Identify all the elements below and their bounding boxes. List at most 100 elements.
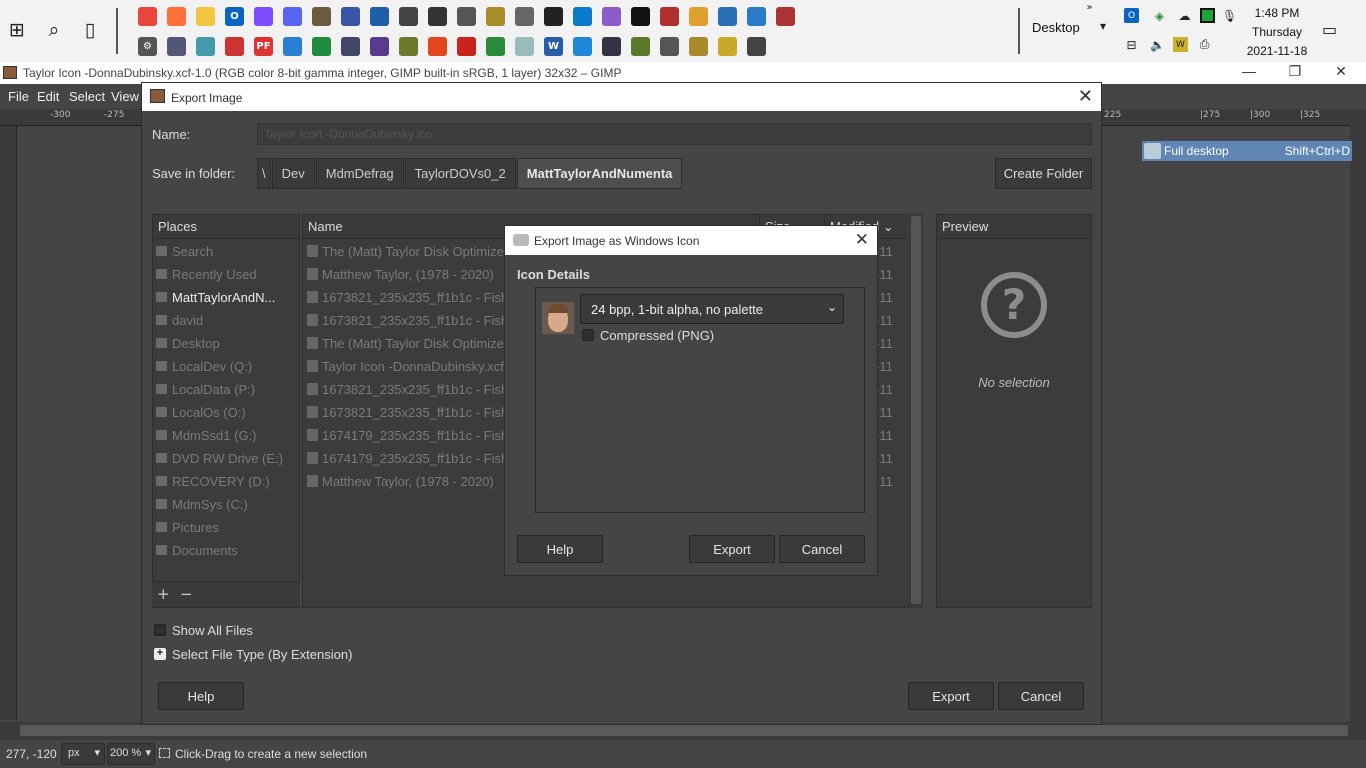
file-list-scrollbar[interactable] <box>909 214 923 608</box>
chevron-right-icon[interactable]: » <box>1082 0 1097 15</box>
place-item[interactable]: DVD RW Drive (E:) <box>153 447 299 470</box>
place-item[interactable]: Recently Used <box>153 263 299 286</box>
powershell-icon[interactable] <box>718 7 737 26</box>
microphone-icon[interactable]: 🎙 <box>1222 8 1237 23</box>
place-item[interactable]: MdmSsd1 (G:) <box>153 424 299 447</box>
app-icon-21[interactable] <box>602 37 621 56</box>
visual-studio-icon[interactable] <box>602 7 621 26</box>
app-icon-13[interactable] <box>283 37 302 56</box>
place-item[interactable]: LocalOs (O:) <box>153 401 299 424</box>
app-icon-3[interactable] <box>457 7 476 26</box>
app-icon-11[interactable] <box>196 37 215 56</box>
shield-icon[interactable]: ◈ <box>1152 8 1167 23</box>
messenger-icon[interactable] <box>254 7 273 26</box>
notification-icon[interactable]: ▭ <box>1322 20 1337 39</box>
place-item[interactable]: MdmSys (C:) <box>153 493 299 516</box>
app-icon-7[interactable] <box>689 7 708 26</box>
close-icon[interactable]: ✕ <box>1078 86 1093 107</box>
place-item[interactable]: MattTaylorAndN... <box>153 286 299 309</box>
file-explorer-icon[interactable] <box>196 7 215 26</box>
file-name-input[interactable]: Taylor Icon -DonnaDubinsky.ico <box>257 123 1092 145</box>
word-icon[interactable]: W <box>544 37 563 56</box>
app-icon-26[interactable] <box>747 37 766 56</box>
add-place-icon[interactable]: + <box>157 585 170 603</box>
cloud-icon[interactable]: ☁ <box>1177 8 1192 23</box>
scrollbar-thumb[interactable] <box>911 216 921 604</box>
place-item[interactable]: Search <box>153 240 299 263</box>
place-item[interactable]: david <box>153 309 299 332</box>
network-icon[interactable]: ⊟ <box>1124 37 1139 52</box>
terminal-icon[interactable] <box>544 7 563 26</box>
printer-icon[interactable]: ⎙ <box>1197 37 1212 52</box>
breadcrumb-mdmdefrag[interactable]: MdmDefrag <box>315 158 404 189</box>
pdf-app-icon[interactable]: PF <box>254 37 273 56</box>
plus-icon[interactable]: + <box>154 648 166 660</box>
app-icon-4[interactable] <box>486 7 505 26</box>
app-icon-20[interactable] <box>573 37 592 56</box>
place-item[interactable]: RECOVERY (D:) <box>153 470 299 493</box>
acrobat-icon[interactable] <box>457 37 476 56</box>
menu-edit[interactable]: Edit <box>37 89 59 104</box>
breadcrumb-root[interactable]: \ <box>257 158 271 189</box>
app-icon-12[interactable] <box>225 37 244 56</box>
menu-select[interactable]: Select <box>69 89 105 104</box>
export-button[interactable]: Export <box>908 682 994 710</box>
app-icon-25[interactable] <box>718 37 737 56</box>
app-icon-1[interactable] <box>399 7 418 26</box>
breadcrumb-taylordovs[interactable]: TaylorDOVs0_2 <box>404 158 516 189</box>
volume-icon[interactable]: 🔈 <box>1150 37 1165 52</box>
app-icon-14[interactable] <box>312 37 331 56</box>
menu-view[interactable]: View <box>111 89 139 104</box>
app-icon-22[interactable] <box>631 37 650 56</box>
close-icon[interactable]: ✕ <box>1326 63 1356 80</box>
app-icon-8[interactable] <box>747 7 766 26</box>
close-icon[interactable]: ✕ <box>855 230 869 250</box>
icon-export-button[interactable]: Export <box>689 535 775 563</box>
restore-icon[interactable]: ❐ <box>1280 63 1310 80</box>
icon-help-button[interactable]: Help <box>517 535 603 563</box>
app-icon-16[interactable] <box>370 37 389 56</box>
zoom-select[interactable]: 200 % ▾ <box>107 743 155 765</box>
tray-app-icon[interactable]: W <box>1173 37 1188 52</box>
gimp-icon[interactable] <box>312 7 331 26</box>
app-icon-19[interactable] <box>515 37 534 56</box>
shortcut-menu-item[interactable]: Full desktop Shift+Ctrl+D <box>1142 141 1352 161</box>
app-icon-17[interactable] <box>399 37 418 56</box>
search-icon[interactable]: ⌕ <box>40 16 68 44</box>
menu-file[interactable]: File <box>8 89 29 104</box>
vscode-icon[interactable] <box>573 7 592 26</box>
visio-icon[interactable] <box>341 7 360 26</box>
app-icon-23[interactable] <box>660 37 679 56</box>
battery-app-icon[interactable] <box>1200 8 1215 23</box>
create-folder-button[interactable]: Create Folder <box>995 158 1092 189</box>
app-icon-10[interactable] <box>167 37 186 56</box>
discord-icon[interactable] <box>283 7 302 26</box>
place-item[interactable]: Desktop <box>153 332 299 355</box>
chrome-icon[interactable] <box>138 7 157 26</box>
clock[interactable]: 1:48 PM Thursday 2021-11-18 <box>1240 4 1314 61</box>
scrollbar-thumb[interactable] <box>20 725 1348 736</box>
office-icon[interactable] <box>428 37 447 56</box>
photos-icon[interactable] <box>370 7 389 26</box>
icon-format-select[interactable]: 24 bpp, 1-bit alpha, no palette ⌄ <box>580 294 844 324</box>
app-icon-9[interactable] <box>776 7 795 26</box>
breadcrumb-dev[interactable]: Dev <box>271 158 315 189</box>
checkbox-box[interactable] <box>154 624 166 636</box>
place-item[interactable]: Pictures <box>153 516 299 539</box>
app-icon-24[interactable] <box>689 37 708 56</box>
firefox-icon[interactable] <box>167 7 186 26</box>
icon-cancel-button[interactable]: Cancel <box>779 535 865 563</box>
app-icon-2[interactable] <box>428 7 447 26</box>
unit-select[interactable]: px ▾ <box>61 743 105 765</box>
cancel-button[interactable]: Cancel <box>998 682 1084 710</box>
place-item[interactable]: Documents <box>153 539 299 562</box>
settings-icon[interactable]: ⚙ <box>138 37 157 56</box>
app-icon-6[interactable] <box>660 7 679 26</box>
app-icon-18[interactable] <box>486 37 505 56</box>
chevron-down-icon[interactable]: ▾ <box>1100 19 1106 33</box>
windows-start-icon[interactable]: ⊞ <box>3 16 31 44</box>
remove-place-icon[interactable]: − <box>180 585 193 603</box>
place-item[interactable]: LocalDev (Q:) <box>153 355 299 378</box>
app-icon-5[interactable] <box>515 7 534 26</box>
vertical-ruler[interactable] <box>0 126 17 720</box>
